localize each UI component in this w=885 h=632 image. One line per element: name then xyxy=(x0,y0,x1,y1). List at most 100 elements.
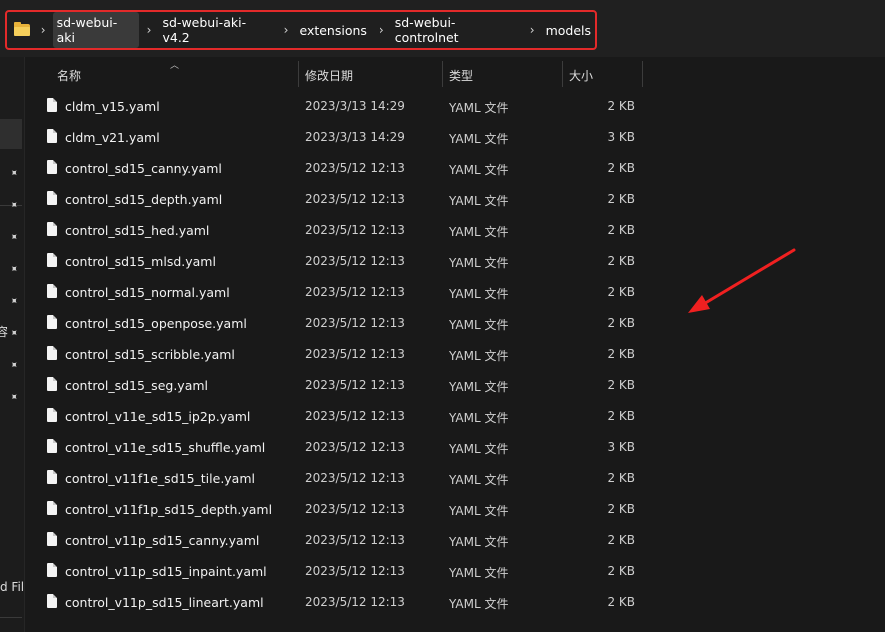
nav-selected-item[interactable] xyxy=(0,119,22,149)
column-header-date[interactable]: 修改日期 xyxy=(305,67,353,84)
file-date: 2023/5/12 12:13 xyxy=(305,254,405,268)
pin-icon[interactable]: ✦ xyxy=(6,358,22,374)
file-row[interactable]: control_v11e_sd15_shuffle.yaml 2023/5/12 … xyxy=(25,433,885,464)
file-name[interactable]: control_v11p_sd15_canny.yaml xyxy=(65,533,259,548)
file-date: 2023/3/13 14:29 xyxy=(305,99,405,113)
file-icon xyxy=(47,315,57,329)
file-row[interactable]: control_v11e_sd15_ip2p.yaml 2023/5/12 12:… xyxy=(25,402,885,433)
chevron-right-icon[interactable]: › xyxy=(147,23,152,37)
chevron-right-icon[interactable]: › xyxy=(284,23,289,37)
file-size: 3 KB xyxy=(607,130,635,144)
file-size: 2 KB xyxy=(607,471,635,485)
file-row[interactable]: control_sd15_scribble.yaml 2023/5/12 12:1… xyxy=(25,340,885,371)
chevron-right-icon[interactable]: › xyxy=(41,23,46,37)
file-type: YAML 文件 xyxy=(449,442,509,456)
file-size: 2 KB xyxy=(607,99,635,113)
file-name[interactable]: control_v11p_sd15_inpaint.yaml xyxy=(65,564,267,579)
file-date: 2023/5/12 12:13 xyxy=(305,595,405,609)
pin-icon[interactable]: ✦ xyxy=(6,230,22,246)
file-icon xyxy=(47,222,57,236)
file-type: YAML 文件 xyxy=(449,473,509,487)
file-type: YAML 文件 xyxy=(449,318,509,332)
file-icon xyxy=(47,501,57,515)
file-icon xyxy=(47,408,57,422)
file-type: YAML 文件 xyxy=(449,380,509,394)
file-icon xyxy=(47,563,57,577)
file-type: YAML 文件 xyxy=(449,411,509,425)
address-bar: › sd-webui-aki › sd-webui-aki-v4.2 › ext… xyxy=(0,0,885,57)
file-name[interactable]: control_sd15_canny.yaml xyxy=(65,161,222,176)
file-row[interactable]: control_sd15_canny.yaml 2023/5/12 12:13 YA… xyxy=(25,154,885,185)
file-size: 2 KB xyxy=(607,161,635,175)
column-divider[interactable] xyxy=(562,61,563,87)
column-header-type[interactable]: 类型 xyxy=(449,67,473,84)
breadcrumb-item[interactable]: extensions xyxy=(295,20,370,41)
chevron-right-icon[interactable]: › xyxy=(379,23,384,37)
file-name[interactable]: control_sd15_depth.yaml xyxy=(65,192,222,207)
file-row[interactable]: control_sd15_depth.yaml 2023/5/12 12:13 YA… xyxy=(25,185,885,216)
breadcrumb-item[interactable]: models xyxy=(542,20,595,41)
breadcrumb-item[interactable]: sd-webui-aki-v4.2 xyxy=(158,12,275,48)
file-row[interactable]: control_v11p_sd15_canny.yaml 2023/5/12 12… xyxy=(25,526,885,557)
file-icon xyxy=(47,284,57,298)
file-type: YAML 文件 xyxy=(449,194,509,208)
file-size: 2 KB xyxy=(607,409,635,423)
file-type: YAML 文件 xyxy=(449,256,509,270)
file-row[interactable]: control_v11f1e_sd15_tile.yaml 2023/5/12 1… xyxy=(25,464,885,495)
file-icon xyxy=(47,346,57,360)
pin-icon[interactable]: ✦ xyxy=(6,166,22,182)
file-date: 2023/5/12 12:13 xyxy=(305,347,405,361)
file-size: 2 KB xyxy=(607,192,635,206)
file-name[interactable]: cldm_v15.yaml xyxy=(65,99,160,114)
file-name[interactable]: control_sd15_openpose.yaml xyxy=(65,316,247,331)
file-name[interactable]: cldm_v21.yaml xyxy=(65,130,160,145)
file-name[interactable]: control_v11e_sd15_shuffle.yaml xyxy=(65,440,265,455)
column-divider[interactable] xyxy=(442,61,443,87)
column-divider[interactable] xyxy=(642,61,643,87)
file-icon xyxy=(47,98,57,112)
breadcrumb-item[interactable]: sd-webui-aki xyxy=(52,12,139,48)
file-name[interactable]: control_sd15_seg.yaml xyxy=(65,378,208,393)
file-date: 2023/5/12 12:13 xyxy=(305,161,405,175)
file-row[interactable]: control_v11p_sd15_lineart.yaml 2023/5/12 … xyxy=(25,588,885,619)
file-name[interactable]: control_sd15_normal.yaml xyxy=(65,285,230,300)
file-size: 2 KB xyxy=(607,378,635,392)
file-row[interactable]: control_v11p_sd15_inpaint.yaml 2023/5/12 … xyxy=(25,557,885,588)
pin-icon[interactable]: ✦ xyxy=(6,262,22,278)
file-size: 2 KB xyxy=(607,502,635,516)
breadcrumb[interactable]: › sd-webui-aki › sd-webui-aki-v4.2 › ext… xyxy=(5,10,597,50)
file-row[interactable]: cldm_v21.yaml 2023/3/13 14:29 YAML 文件 3 KB xyxy=(25,123,885,154)
file-size: 3 KB xyxy=(607,440,635,454)
file-icon xyxy=(47,439,57,453)
file-name[interactable]: control_v11f1p_sd15_depth.yaml xyxy=(65,502,272,517)
file-size: 2 KB xyxy=(607,223,635,237)
file-icon xyxy=(47,129,57,143)
file-row[interactable]: cldm_v15.yaml 2023/3/13 14:29 YAML 文件 2 KB xyxy=(25,92,885,123)
file-size: 2 KB xyxy=(607,533,635,547)
file-name[interactable]: control_v11f1e_sd15_tile.yaml xyxy=(65,471,255,486)
navigation-pane: ✦ ✦ ✦ ✦ ✦ 容 ✦ ✦ ✦ d Fil xyxy=(0,57,25,632)
file-date: 2023/5/12 12:13 xyxy=(305,533,405,547)
column-divider[interactable] xyxy=(298,61,299,87)
file-row[interactable]: control_sd15_seg.yaml 2023/5/12 12:13 YAML… xyxy=(25,371,885,402)
file-icon xyxy=(47,191,57,205)
file-name[interactable]: control_v11p_sd15_lineart.yaml xyxy=(65,595,264,610)
file-name[interactable]: control_sd15_hed.yaml xyxy=(65,223,209,238)
file-type: YAML 文件 xyxy=(449,566,509,580)
file-type: YAML 文件 xyxy=(449,101,509,115)
file-row[interactable]: control_v11f1p_sd15_depth.yaml 2023/5/12 … xyxy=(25,495,885,526)
file-type: YAML 文件 xyxy=(449,597,509,611)
column-header-name[interactable]: 名称 xyxy=(57,67,81,84)
file-name[interactable]: control_sd15_mlsd.yaml xyxy=(65,254,216,269)
file-type: YAML 文件 xyxy=(449,504,509,518)
pin-icon[interactable]: ✦ xyxy=(6,390,22,406)
file-name[interactable]: control_v11e_sd15_ip2p.yaml xyxy=(65,409,250,424)
column-header-size[interactable]: 大小 xyxy=(569,67,593,84)
pin-icon[interactable]: ✦ xyxy=(6,294,22,310)
breadcrumb-item[interactable]: sd-webui-controlnet xyxy=(391,12,522,48)
pin-icon[interactable]: ✦ xyxy=(6,326,22,342)
nav-item-label[interactable]: d Fil xyxy=(0,580,24,594)
pin-icon[interactable]: ✦ xyxy=(6,198,22,214)
file-name[interactable]: control_sd15_scribble.yaml xyxy=(65,347,235,362)
chevron-right-icon[interactable]: › xyxy=(530,23,535,37)
